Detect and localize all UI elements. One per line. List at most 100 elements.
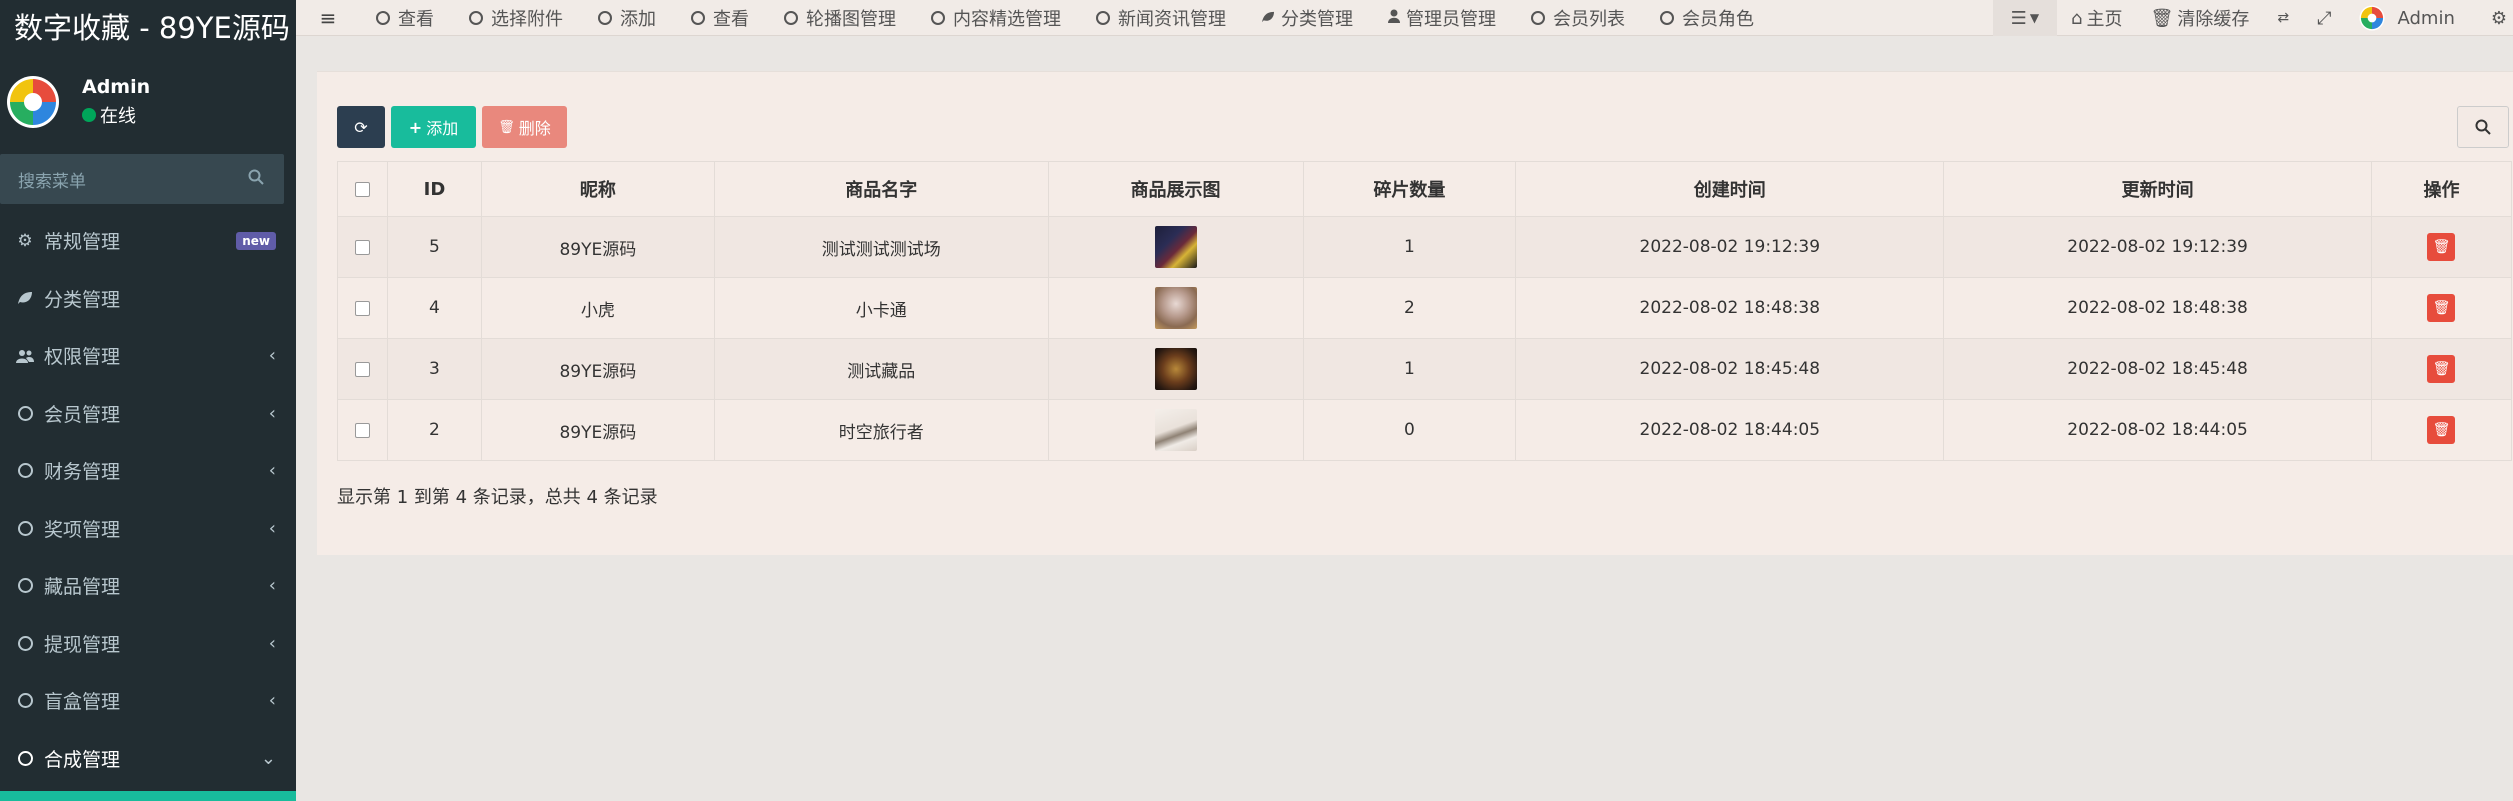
- row-checkbox[interactable]: [354, 361, 370, 377]
- chevron-left-icon: ‹: [268, 632, 276, 654]
- tab-view-2[interactable]: 查看: [675, 5, 768, 31]
- column-header[interactable]: 昵称: [480, 161, 715, 217]
- tab-member-role[interactable]: 会员角色: [1644, 5, 1773, 31]
- sidebar-item-category[interactable]: 分类管理: [0, 270, 296, 328]
- trash-icon: 🗑: [2432, 361, 2451, 377]
- sidebar-item-award[interactable]: 奖项管理 ‹: [0, 500, 296, 558]
- table-row[interactable]: 2 89YE源码 时空旅行者 0 2022-08-02 18:44:05 202…: [337, 399, 2513, 461]
- tab-add[interactable]: 添加: [582, 5, 675, 31]
- tab-banner-management[interactable]: 轮播图管理: [768, 5, 915, 31]
- sidebar-item-general[interactable]: ⚙ 常规管理 new: [0, 212, 296, 270]
- goods-thumbnail[interactable]: [1154, 409, 1197, 451]
- cell-id: 4: [386, 277, 482, 339]
- sidebar-item-blindbox[interactable]: 盲盒管理 ‹: [0, 672, 296, 730]
- column-header[interactable]: 商品展示图: [1047, 161, 1304, 217]
- cell-goods-name: 小卡通: [713, 277, 1049, 339]
- cell-fragments: 1: [1302, 216, 1517, 278]
- column-header[interactable]: 碎片数量: [1302, 161, 1517, 217]
- tab-featured-content[interactable]: 内容精选管理: [915, 5, 1080, 31]
- row-delete-button[interactable]: 🗑: [2427, 233, 2456, 261]
- chevron-left-icon: ‹: [268, 517, 276, 539]
- trash-icon: 🗑: [498, 119, 515, 135]
- row-delete-button[interactable]: 🗑: [2427, 416, 2456, 444]
- sidebar-item-finance[interactable]: 财务管理 ‹: [0, 442, 296, 500]
- row-delete-button[interactable]: 🗑: [2427, 355, 2456, 383]
- sidebar-item-synthesis[interactable]: 合成管理 ⌄: [0, 730, 296, 788]
- table-row[interactable]: 5 89YE源码 测试测试测试场 1 2022-08-02 19:12:39 2…: [337, 216, 2513, 278]
- sidebar-item-label: 分类管理: [44, 288, 121, 311]
- admin-avatar: [2359, 5, 2386, 31]
- row-checkbox[interactable]: [354, 422, 370, 438]
- column-header[interactable]: 更新时间: [1943, 161, 2372, 217]
- add-button[interactable]: + 添加: [391, 106, 476, 148]
- language-toggle[interactable]: ⇄: [2263, 0, 2303, 36]
- search-icon: [2475, 119, 2491, 135]
- goods-thumbnail[interactable]: [1154, 287, 1197, 329]
- user-status-label: 在线: [100, 106, 136, 127]
- user-panel: Admin 在线: [0, 52, 296, 152]
- cell-goods-name: 时空旅行者: [713, 399, 1049, 461]
- cell-created: 2022-08-02 18:45:48: [1515, 338, 1945, 400]
- cell-actions: 🗑: [2370, 338, 2513, 400]
- circle-o-icon: [784, 10, 798, 25]
- clear-cache-button[interactable]: 🗑 清除缓存: [2136, 0, 2263, 36]
- table-row[interactable]: 4 小虎 小卡通 2 2022-08-02 18:48:38 2022-08-0…: [337, 277, 2513, 339]
- row-checkbox[interactable]: [354, 239, 370, 255]
- fullscreen-button[interactable]: ⤢: [2303, 0, 2345, 36]
- cell-created: 2022-08-02 18:44:05: [1515, 399, 1945, 461]
- goods-thumbnail[interactable]: [1154, 348, 1197, 390]
- cell-goods-image: [1047, 399, 1304, 461]
- admin-menu[interactable]: Admin: [2345, 0, 2468, 36]
- column-header[interactable]: 创建时间: [1515, 161, 1945, 217]
- settings-button[interactable]: ⚙: [2469, 0, 2513, 36]
- sidebar-item-permission[interactable]: 权限管理 ‹: [0, 327, 296, 385]
- cell-updated: 2022-08-02 18:44:05: [1943, 399, 2372, 461]
- menu-search-input[interactable]: 搜索菜单: [0, 154, 284, 204]
- column-header[interactable]: 商品名字: [713, 161, 1049, 217]
- sidebar-submenu-edge[interactable]: [0, 791, 296, 801]
- row-delete-button[interactable]: 🗑: [2427, 294, 2456, 322]
- cell-nickname: 小虎: [480, 277, 715, 339]
- translate-icon: ⇄: [2277, 10, 2290, 26]
- table-row[interactable]: 3 89YE源码 测试藏品 1 2022-08-02 18:45:48 2022…: [337, 338, 2513, 400]
- chevron-left-icon: ‹: [268, 460, 276, 482]
- content-panel: ⟳ + 添加 🗑 删除 ID 昵称 商品名字 商品展示图 碎片数量 创建时间 更…: [317, 71, 2513, 555]
- row-checkbox[interactable]: [354, 300, 370, 316]
- sidebar-item-label: 常规管理: [44, 231, 121, 254]
- sidebar-item-withdraw[interactable]: 提现管理 ‹: [0, 615, 296, 673]
- select-all-checkbox[interactable]: [354, 182, 370, 197]
- search-icon[interactable]: [248, 169, 264, 190]
- tab-news-management[interactable]: 新闻资讯管理: [1080, 5, 1245, 31]
- tab-label: 内容精选管理: [953, 8, 1061, 30]
- trash-icon: 🗑: [2150, 7, 2174, 29]
- table-search-button[interactable]: [2457, 106, 2509, 148]
- goods-thumbnail[interactable]: [1154, 226, 1197, 268]
- new-badge: new: [236, 231, 276, 250]
- sidebar-item-member[interactable]: 会员管理 ‹: [0, 385, 296, 443]
- delete-button[interactable]: 🗑 删除: [482, 106, 567, 148]
- tab-label: 分类管理: [1281, 8, 1353, 30]
- user-name: Admin: [82, 76, 151, 98]
- sidebar-menu: ⚙ 常规管理 new 分类管理 权限管理 ‹ 会员管理 ‹ 财务管理 ‹ 奖项管…: [0, 212, 296, 787]
- trash-icon: 🗑: [2432, 300, 2451, 316]
- chevron-left-icon: ‹: [268, 402, 276, 424]
- tab-member-list[interactable]: 会员列表: [1515, 5, 1644, 31]
- tab-label: 选择附件: [491, 8, 563, 30]
- data-table: ID 昵称 商品名字 商品展示图 碎片数量 创建时间 更新时间 操作 5 89Y…: [337, 161, 2513, 461]
- home-button[interactable]: ⌂ 主页: [2057, 0, 2136, 36]
- tab-category-management[interactable]: 分类管理: [1245, 5, 1372, 31]
- tabs-dropdown-button[interactable]: ☰ ▼: [1992, 0, 2058, 36]
- sidebar-item-collection[interactable]: 藏品管理 ‹: [0, 557, 296, 615]
- sidebar-toggle-icon[interactable]: ≡: [296, 6, 360, 30]
- cell-updated: 2022-08-02 18:48:38: [1943, 277, 2372, 339]
- sidebar-item-label: 盲盒管理: [44, 691, 121, 714]
- sidebar-item-label: 权限管理: [44, 346, 121, 369]
- tab-view-1[interactable]: 查看: [360, 5, 453, 31]
- column-header[interactable]: ID: [386, 161, 482, 217]
- refresh-button[interactable]: ⟳: [337, 106, 385, 148]
- gears-icon: ⚙: [2490, 7, 2507, 29]
- tab-admin-management[interactable]: 管理员管理: [1372, 5, 1515, 31]
- circle-o-icon: [376, 10, 390, 25]
- tab-select-attachment[interactable]: 选择附件: [453, 5, 582, 31]
- app-title[interactable]: 数字收藏 - 89YE源码: [0, 0, 296, 52]
